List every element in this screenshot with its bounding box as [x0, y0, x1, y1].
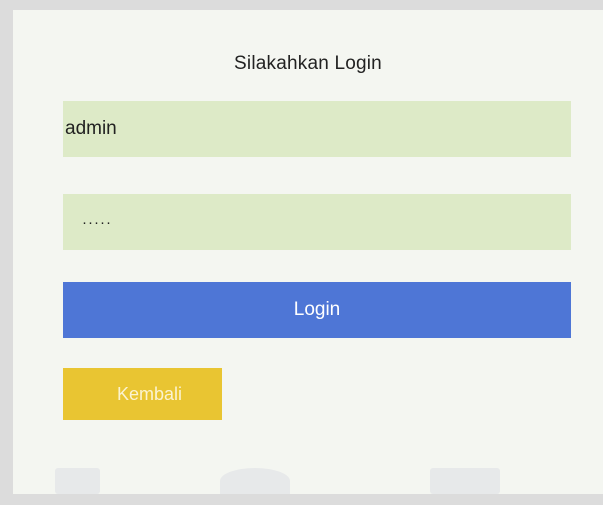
- password-input[interactable]: [63, 194, 571, 250]
- login-title: Silakahkan Login: [234, 53, 382, 74]
- username-input[interactable]: [63, 101, 571, 157]
- back-button[interactable]: Kembali: [63, 368, 222, 420]
- background-watermark: [55, 468, 500, 494]
- login-panel: [13, 10, 603, 494]
- login-button[interactable]: Login: [63, 282, 571, 338]
- window-frame: Silakahkan Login Login Kembali: [0, 0, 603, 505]
